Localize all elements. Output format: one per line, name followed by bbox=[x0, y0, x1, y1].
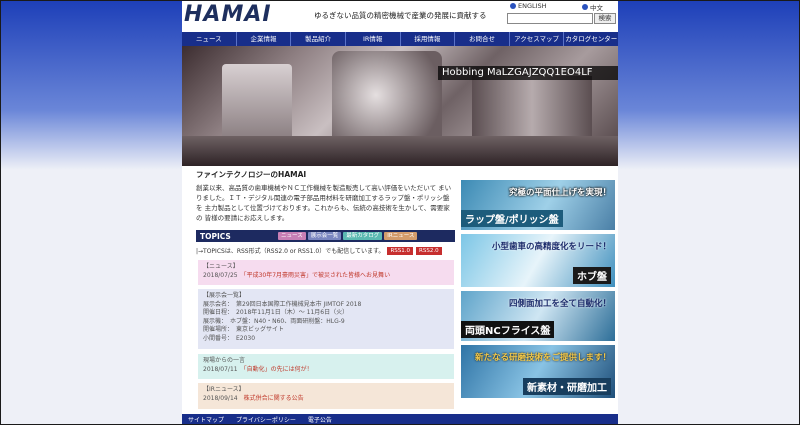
exhibition-line: 開催日程： 2018年11月1日（木）～ 11月6日（火） bbox=[203, 309, 349, 316]
search-input[interactable] bbox=[507, 13, 593, 24]
english-icon bbox=[510, 3, 516, 9]
lang-english[interactable]: ENGLISH bbox=[510, 2, 547, 10]
rss1-button[interactable]: RSS1.0 bbox=[387, 246, 414, 255]
topics-tab-exhibition[interactable]: 展示会一覧 bbox=[307, 232, 342, 240]
banner-hob[interactable]: 小型歯車の高精度化をリード！ ホブ盤 bbox=[461, 234, 615, 287]
header: HAMAI ゆるぎない品質の精密機械で産業の発展に貢献する ENGLISH 中文… bbox=[182, 0, 618, 30]
nav-access[interactable]: アクセスマップ bbox=[510, 32, 565, 46]
banner-new-material-line1: 新たなる研磨技術をご提供します！ bbox=[474, 353, 611, 363]
nav-products[interactable]: 製品紹介 bbox=[291, 32, 346, 46]
news-box: 【ニュース】 2018/07/25 「平成30年7月豪雨災害」で被災された皆様へ… bbox=[198, 260, 454, 285]
footer-notice[interactable]: 電子公告 bbox=[302, 415, 338, 424]
banner-new-material-line2: 新素材・研磨加工 bbox=[523, 378, 611, 395]
exhibition-line: 展示機： ホブ盤：N40・N60、両面研削盤：HLG-9 bbox=[203, 317, 345, 325]
banner-new-material[interactable]: 新たなる研磨技術をご提供します！ 新素材・研磨加工 bbox=[461, 345, 615, 398]
topics-header: TOPICS ニュース 展示会一覧 最新カタログ IRニュース bbox=[196, 230, 455, 242]
ir-news-link[interactable]: 株式併合に関する公告 bbox=[244, 395, 304, 402]
banner-lap-polish-line1: 究極の平面仕上げを実現！ bbox=[508, 188, 611, 198]
banner-hob-line1: 小型歯車の高精度化をリード！ bbox=[491, 242, 611, 252]
search-button[interactable]: 検索 bbox=[594, 13, 616, 24]
ir-news-date: 2018/09/14 bbox=[203, 394, 238, 402]
lang-chinese-label: 中文 bbox=[590, 4, 603, 12]
message-link[interactable]: 「自動化」の先には何が！ bbox=[244, 366, 313, 373]
ir-news-category: 【IRニュース】 bbox=[203, 386, 245, 393]
rss-line: |→TOPICSは、RSS形式（RSS2.0 or RSS1.0）でも配信してい… bbox=[196, 246, 455, 255]
intro-title: ファインテクノロジーのHAMAI bbox=[196, 170, 307, 179]
news-link[interactable]: 「平成30年7月豪雨災害」で被災された皆様へお見舞い bbox=[244, 272, 390, 279]
chinese-icon bbox=[582, 4, 588, 10]
exhibition-line: 小間番号： E2030 bbox=[203, 334, 256, 342]
intro: ファインテクノロジーのHAMAI 創業以来、高品質の歯車機械やＮＣ工作機械を製造… bbox=[194, 166, 457, 228]
page: HAMAI ゆるぎない品質の精密機械で産業の発展に貢献する ENGLISH 中文… bbox=[182, 0, 618, 425]
rss-text: |→TOPICSは、RSS形式（RSS2.0 or RSS1.0）でも配信してい… bbox=[196, 248, 385, 255]
exhibition-line: 開催場所： 東京ビッグサイト bbox=[203, 326, 285, 333]
footer: サイトマップ プライバシーポリシー 電子公告 bbox=[182, 414, 618, 425]
lang-english-label: ENGLISH bbox=[518, 2, 547, 10]
nav-ir[interactable]: IR情報 bbox=[346, 32, 401, 46]
footer-privacy[interactable]: プライバシーポリシー bbox=[230, 415, 302, 424]
nav-recruit[interactable]: 採用情報 bbox=[401, 32, 456, 46]
message-date: 2018/07/11 bbox=[203, 365, 238, 373]
rss2-button[interactable]: RSS2.0 bbox=[416, 246, 442, 255]
exhibition-box: 【展示会一覧】 展示会名： 第29回日本国際工作機械見本市 JIMTOF 201… bbox=[198, 289, 454, 349]
banner-lap-polish[interactable]: 究極の平面仕上げを実現！ ラップ盤/ポリッシ盤 bbox=[461, 180, 615, 230]
nav-news[interactable]: ニュース bbox=[182, 32, 237, 46]
tagline: ゆるぎない品質の精密機械で産業の発展に貢献する bbox=[314, 11, 487, 20]
main-nav: ニュース 企業情報 製品紹介 IR情報 採用情報 お問合せ アクセスマップ カタ… bbox=[182, 32, 618, 46]
banner-lap-polish-line2: ラップ盤/ポリッシ盤 bbox=[461, 210, 563, 227]
banner-nc-milling[interactable]: 四側面加工を全て自動化！ 両頭NCフライス盤 bbox=[461, 291, 615, 341]
footer-sitemap[interactable]: サイトマップ bbox=[182, 415, 230, 424]
hero-image: Hobbing MaLZGAJZQQ1EO4LF bbox=[182, 46, 618, 166]
message-box: 現場からの一言 2018/07/11 「自動化」の先には何が！ bbox=[198, 354, 454, 379]
ir-news-box: 【IRニュース】 2018/09/14 株式併合に関する公告 bbox=[198, 383, 454, 409]
topics-tab-ir[interactable]: IRニュース bbox=[384, 232, 418, 240]
topics-title: TOPICS bbox=[200, 231, 231, 241]
nav-contact[interactable]: お問合せ bbox=[455, 32, 510, 46]
exhibition-category: 【展示会一覧】 bbox=[203, 292, 246, 299]
banner-hob-line2: ホブ盤 bbox=[573, 267, 611, 284]
hero-caption: Hobbing MaLZGAJZQQ1EO4LF bbox=[438, 66, 618, 80]
nav-company[interactable]: 企業情報 bbox=[237, 32, 292, 46]
news-category: 【ニュース】 bbox=[203, 263, 239, 270]
topics-tab-news[interactable]: ニュース bbox=[278, 232, 306, 240]
exhibition-line: 展示会名： 第29回日本国際工作機械見本市 JIMTOF 2018 bbox=[203, 300, 362, 308]
banner-nc-milling-line1: 四側面加工を全て自動化！ bbox=[508, 299, 611, 309]
nav-catalog[interactable]: カタログセンター bbox=[564, 32, 618, 46]
news-date: 2018/07/25 bbox=[203, 271, 238, 279]
banner-nc-milling-line2: 両頭NCフライス盤 bbox=[461, 321, 555, 338]
topics-tab-catalog[interactable]: 最新カタログ bbox=[343, 232, 383, 240]
logo[interactable]: HAMAI bbox=[184, 3, 310, 27]
intro-body: 創業以来、高品質の歯車機械やＮＣ工作機械を製造販売して高い評価をいただいて まい… bbox=[196, 184, 452, 222]
message-category: 現場からの一言 bbox=[203, 357, 246, 364]
lang-chinese[interactable]: 中文 bbox=[582, 2, 603, 12]
